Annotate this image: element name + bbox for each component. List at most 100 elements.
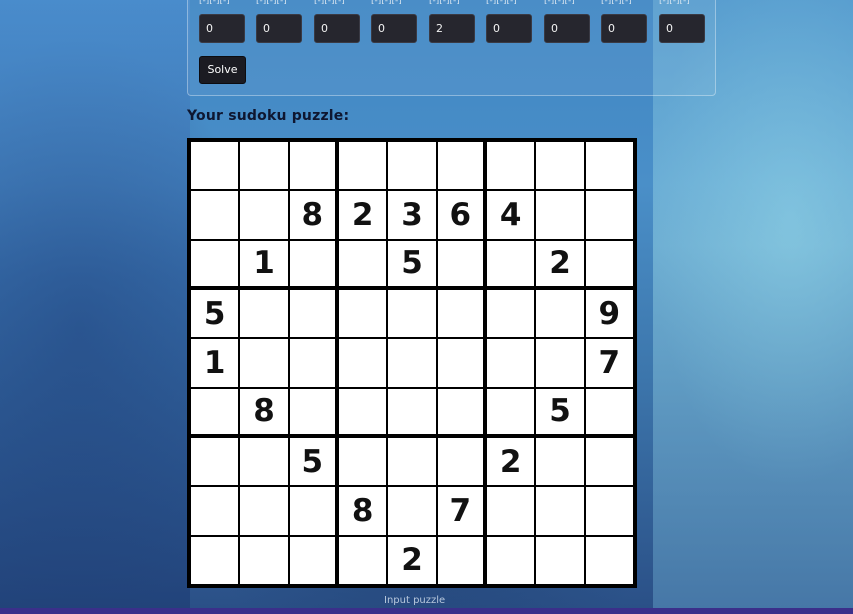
cell-input-label: [-][-][-] <box>429 0 460 4</box>
sudoku-cell-r6c8: 5 <box>536 388 584 434</box>
cell-input-r9c6[interactable]: 0 <box>486 14 532 43</box>
sudoku-cell-r9c3 <box>289 536 335 584</box>
sudoku-cell-r9c2 <box>240 536 288 584</box>
sudoku-cell-r2c9 <box>585 191 633 239</box>
cell-input-label: [-][-][-] <box>256 0 287 4</box>
sudoku-cell-r1c2 <box>240 142 288 190</box>
sudoku-cell-r1c5 <box>388 142 436 190</box>
cell-input-label: [-][-][-] <box>314 0 345 4</box>
sudoku-cell-r3c7 <box>486 240 535 286</box>
solve-button[interactable]: Solve <box>199 56 246 84</box>
sudoku-cell-r6c6 <box>437 388 483 434</box>
sudoku-cell-r3c8: 2 <box>536 240 584 286</box>
sudoku-cell-r5c3 <box>289 339 335 387</box>
sudoku-cell-r9c9 <box>585 536 633 584</box>
sudoku-cell-r9c8 <box>536 536 584 584</box>
background-blur-left <box>0 0 190 614</box>
sudoku-cell-r3c9 <box>585 240 633 286</box>
sudoku-cell-r9c4 <box>338 536 387 584</box>
cell-input-r9c4[interactable]: 0 <box>371 14 417 43</box>
sudoku-cell-r7c4 <box>338 437 387 486</box>
sudoku-cell-r7c5 <box>388 437 436 486</box>
sudoku-cell-r2c4: 2 <box>338 191 387 239</box>
sudoku-cell-r6c5 <box>388 388 436 434</box>
sudoku-cell-r2c2 <box>240 191 288 239</box>
cell-input-label: [-][-][-] <box>544 0 575 4</box>
sudoku-cell-r3c5: 5 <box>388 240 436 286</box>
cell-input-label: [-][-][-] <box>199 0 230 4</box>
sudoku-cell-r2c1 <box>191 191 239 239</box>
sudoku-cell-r7c7: 2 <box>486 437 535 486</box>
sudoku-cell-r1c9 <box>585 142 633 190</box>
cell-input-r9c7[interactable]: 0 <box>544 14 590 43</box>
sudoku-cell-r6c1 <box>191 388 239 434</box>
sudoku-cell-r7c9 <box>585 437 633 486</box>
sudoku-cell-r7c3: 5 <box>289 437 335 486</box>
sudoku-cell-r2c3: 8 <box>289 191 335 239</box>
sudoku-cell-r3c3 <box>289 240 335 286</box>
cell-input-r9c1[interactable]: 0 <box>199 14 245 43</box>
sudoku-cell-r3c6 <box>437 240 483 286</box>
cell-input-label: [-][-][-] <box>601 0 632 4</box>
sudoku-cell-r5c1: 1 <box>191 339 239 387</box>
sudoku-cell-r1c1 <box>191 142 239 190</box>
sudoku-cell-r6c9 <box>585 388 633 434</box>
sudoku-cell-r4c5 <box>388 289 436 338</box>
sudoku-cell-r6c3 <box>289 388 335 434</box>
sudoku-cell-r1c7 <box>486 142 535 190</box>
sudoku-cell-r4c8 <box>536 289 584 338</box>
sudoku-cell-r8c4: 8 <box>338 487 387 535</box>
sudoku-grid: 8236415259178552872 <box>187 138 637 588</box>
sudoku-cell-r6c4 <box>338 388 387 434</box>
cell-input-r9c3[interactable]: 0 <box>314 14 360 43</box>
sudoku-cell-r1c4 <box>338 142 387 190</box>
sudoku-cell-r1c6 <box>437 142 483 190</box>
sudoku-cell-r1c3 <box>289 142 335 190</box>
sudoku-cell-r4c2 <box>240 289 288 338</box>
sudoku-cell-r4c9: 9 <box>585 289 633 338</box>
sudoku-cell-r3c2: 1 <box>240 240 288 286</box>
sudoku-cell-r9c6 <box>437 536 483 584</box>
sudoku-cell-r2c8 <box>536 191 584 239</box>
sudoku-cell-r8c6: 7 <box>437 487 483 535</box>
sudoku-cell-r5c6 <box>437 339 483 387</box>
sudoku-cell-r8c3 <box>289 487 335 535</box>
sudoku-cell-r3c4 <box>338 240 387 286</box>
sudoku-cell-r5c4 <box>338 339 387 387</box>
sudoku-cell-r4c1: 5 <box>191 289 239 338</box>
sudoku-cell-r7c6 <box>437 437 483 486</box>
sudoku-cell-r2c7: 4 <box>486 191 535 239</box>
cell-input-r9c5[interactable]: 2 <box>429 14 475 43</box>
cell-input-label: [-][-][-] <box>371 0 402 4</box>
sudoku-cell-r8c8 <box>536 487 584 535</box>
sudoku-cell-r8c5 <box>388 487 436 535</box>
sudoku-cell-r4c7 <box>486 289 535 338</box>
sudoku-cell-r9c7 <box>486 536 535 584</box>
sudoku-cell-r1c8 <box>536 142 584 190</box>
sudoku-cell-r6c2: 8 <box>240 388 288 434</box>
sudoku-cell-r4c3 <box>289 289 335 338</box>
sudoku-cell-r3c1 <box>191 240 239 286</box>
cell-input-label: [-][-][-] <box>486 0 517 4</box>
sudoku-cell-r9c1 <box>191 536 239 584</box>
puzzle-heading: Your sudoku puzzle: <box>187 108 350 124</box>
sudoku-cell-r5c9: 7 <box>585 339 633 387</box>
sudoku-cell-r2c5: 3 <box>388 191 436 239</box>
sudoku-cell-r9c5: 2 <box>388 536 436 584</box>
sudoku-cell-r8c1 <box>191 487 239 535</box>
input-puzzle-link[interactable]: Input puzzle <box>384 595 445 606</box>
sudoku-cell-r5c5 <box>388 339 436 387</box>
sudoku-cell-r7c2 <box>240 437 288 486</box>
cell-input-r9c9[interactable]: 0 <box>659 14 705 43</box>
cell-input-r9c2[interactable]: 0 <box>256 14 302 43</box>
sudoku-cell-r4c6 <box>437 289 483 338</box>
sudoku-cell-r2c6: 6 <box>437 191 483 239</box>
sudoku-cell-r8c9 <box>585 487 633 535</box>
sudoku-cell-r5c7 <box>486 339 535 387</box>
sudoku-cell-r7c8 <box>536 437 584 486</box>
sudoku-cell-r5c2 <box>240 339 288 387</box>
sudoku-cell-r8c7 <box>486 487 535 535</box>
cell-input-r9c8[interactable]: 0 <box>601 14 647 43</box>
bottom-strip <box>0 608 853 614</box>
sudoku-cell-r6c7 <box>486 388 535 434</box>
